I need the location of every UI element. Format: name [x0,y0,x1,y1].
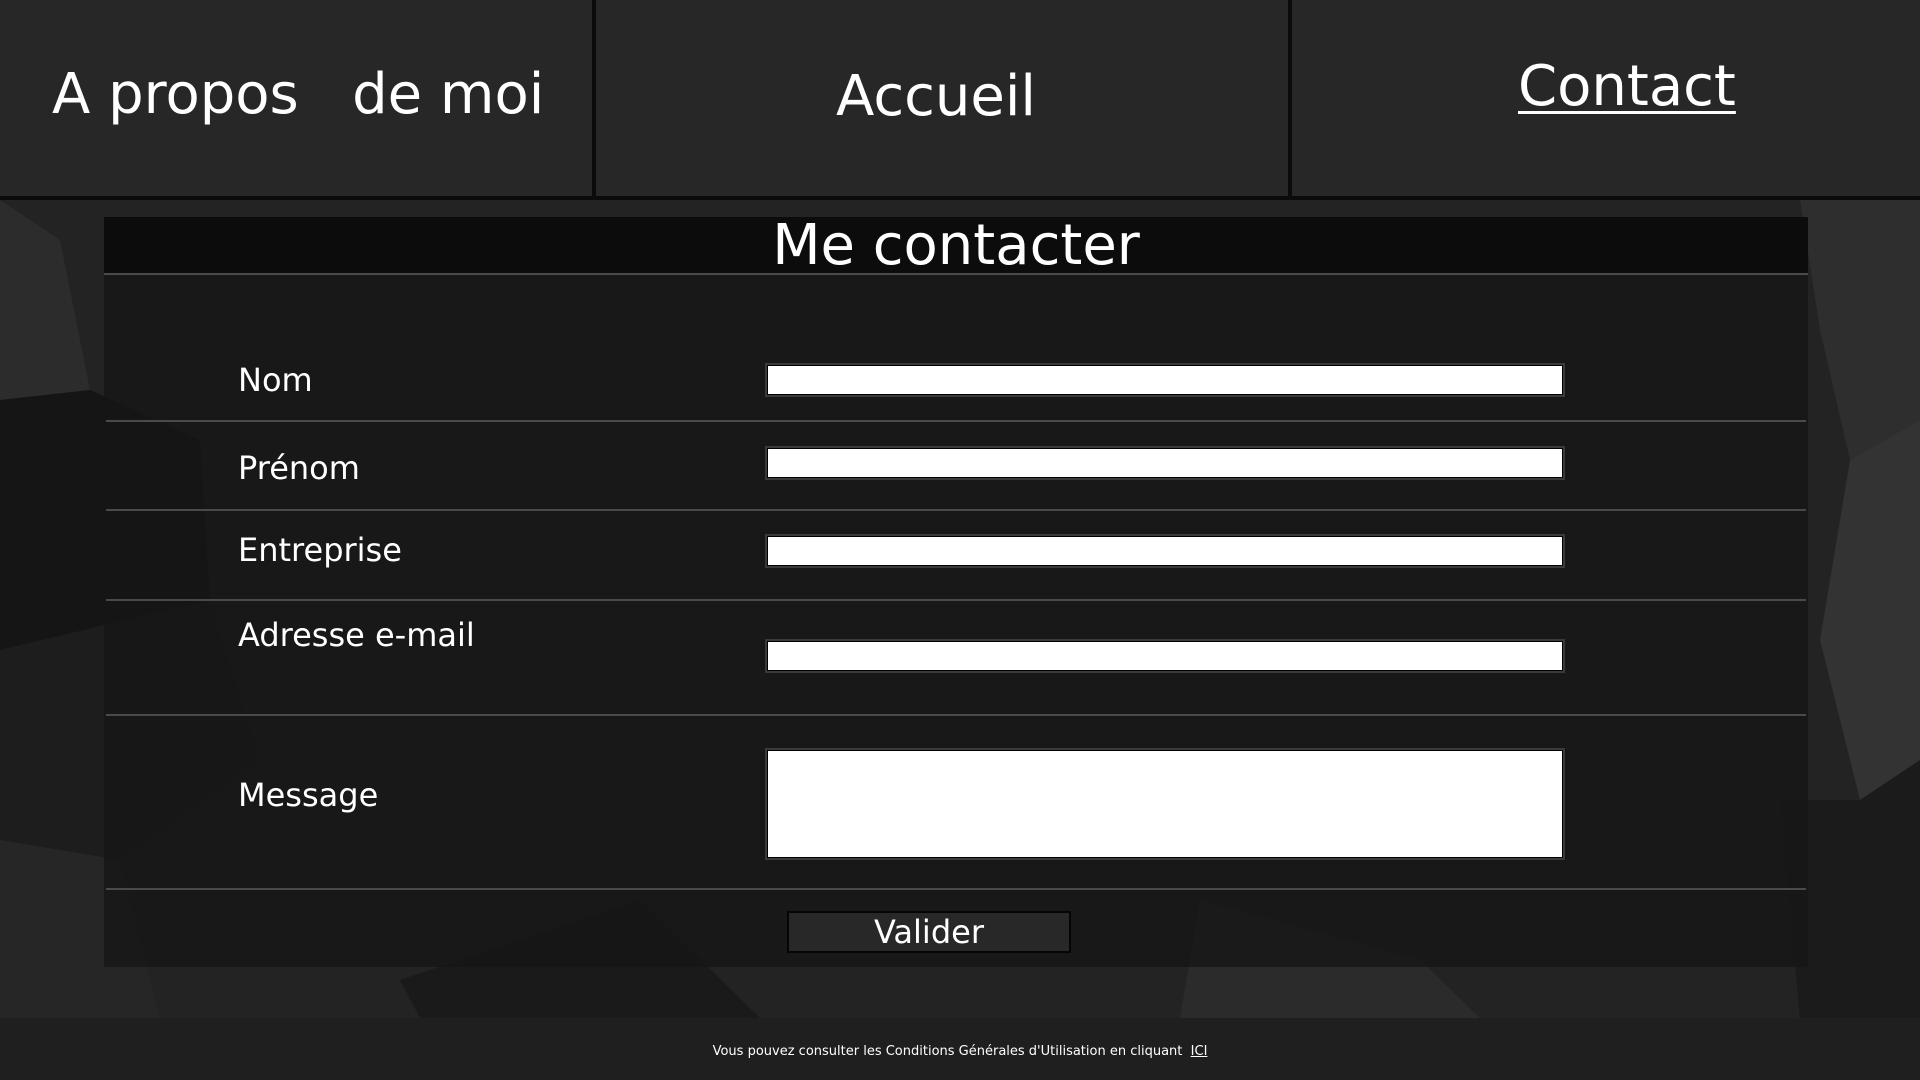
form-title-bar: Me contacter [104,213,1808,278]
row-separator [106,599,1806,601]
nav-link-home[interactable]: Accueil [836,64,1036,129]
top-navigation: A propos de moi Accueil Contact [0,0,1920,200]
field-label-email: Adresse e-mail [238,616,475,654]
entreprise-input[interactable] [765,534,1565,568]
field-label-nom: Nom [238,361,313,399]
submit-button[interactable]: Valider [787,911,1071,953]
row-separator [106,509,1806,511]
row-separator [106,888,1806,890]
row-separator [106,420,1806,422]
nom-input[interactable] [765,363,1565,397]
form-title: Me contacter [772,213,1140,278]
field-label-entreprise: Entreprise [238,531,402,569]
contact-form-panel: Me contacter Nom Prénom Entreprise Adres… [104,213,1808,967]
nav-link-about[interactable]: A propos de moi [52,62,544,127]
nav-divider [592,0,596,200]
footer-cgu-link[interactable]: ICI [1191,1044,1208,1059]
footer: Vous pouvez consulter les Conditions Gén… [0,1018,1920,1080]
footer-text: Vous pouvez consulter les Conditions Gén… [0,1044,1920,1059]
field-label-message: Message [238,776,379,814]
email-input[interactable] [765,639,1565,673]
message-textarea[interactable] [765,748,1565,860]
row-separator [106,714,1806,716]
field-label-prenom: Prénom [238,449,360,487]
nav-divider [1288,0,1292,200]
nav-link-contact[interactable]: Contact [1518,54,1736,119]
footer-cgu-text: Vous pouvez consulter les Conditions Gén… [712,1044,1191,1059]
prenom-input[interactable] [765,446,1565,480]
